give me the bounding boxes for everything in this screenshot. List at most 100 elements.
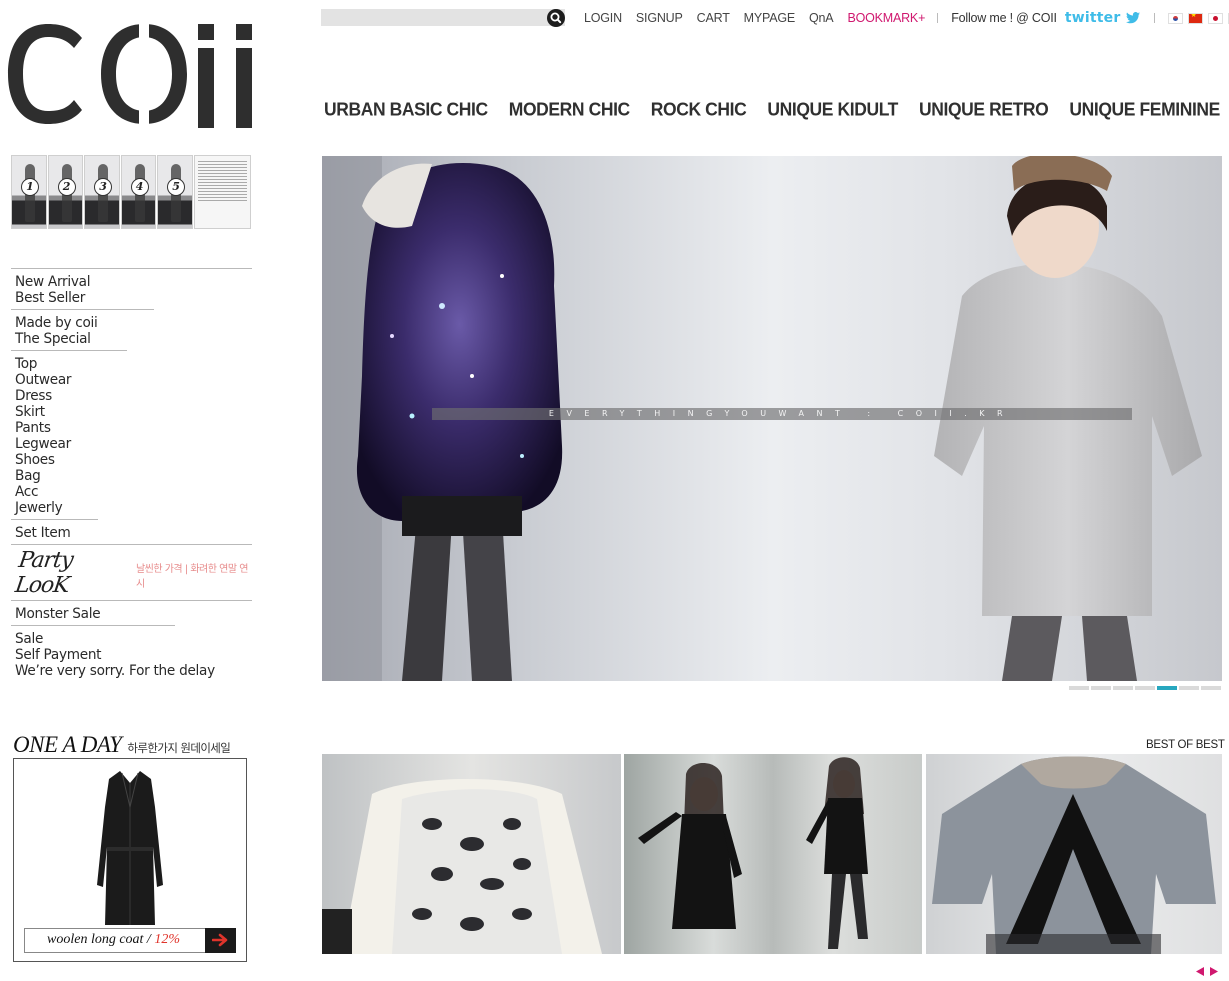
thumb-number: 3 <box>94 178 113 196</box>
slider-dot[interactable] <box>1135 686 1155 690</box>
coii-logo[interactable] <box>4 20 256 130</box>
login-link[interactable]: LOGIN <box>584 11 622 25</box>
slider-dot[interactable] <box>1069 686 1089 690</box>
nav-unique-feminine[interactable]: UNIQUE FEMININE <box>1069 98 1220 120</box>
divider <box>937 13 939 23</box>
best-item[interactable] <box>926 754 1222 954</box>
hero-tagline: EVERYTHINGYOUWANT : COII.KR <box>548 409 1016 418</box>
nav-modern-chic[interactable]: MODERN CHIC <box>509 98 630 120</box>
hero-slider[interactable]: EVERYTHINGYOUWANT : COII.KR <box>322 156 1222 681</box>
product-name: woolen long coat / <box>47 932 151 947</box>
twitter-link[interactable]: twitter <box>1065 10 1121 26</box>
twitter-bird-icon <box>1126 12 1141 24</box>
party-look-banner[interactable]: Party LooK 날씬한 가격 | 화려한 연말 연시 <box>11 545 252 600</box>
menu-the-special[interactable]: The Special <box>15 331 238 347</box>
thumb-number: 5 <box>167 178 186 196</box>
category-navigation: URBAN BASIC CHIC MODERN CHIC ROCK CHIC U… <box>324 98 1220 120</box>
lookbook-thumb[interactable]: 5 <box>157 155 193 229</box>
menu-shoes[interactable]: Shoes <box>15 452 238 468</box>
prev-arrow-icon[interactable] <box>1196 963 1204 976</box>
lookbook-thumb[interactable]: 2 <box>47 155 84 229</box>
qna-link[interactable]: QnA <box>809 11 834 25</box>
menu-new-arrival[interactable]: New Arrival <box>15 274 238 290</box>
slider-dot[interactable] <box>1113 686 1133 690</box>
menu-made-by-coii[interactable]: Made by coii <box>15 315 238 331</box>
one-a-day-title: ONE A DAY <box>13 732 122 757</box>
menu-self-payment[interactable]: Self Payment <box>15 647 238 663</box>
search-button[interactable] <box>547 8 565 27</box>
thumb-number: 1 <box>21 178 39 196</box>
lookbook-thumb[interactable]: 3 <box>84 155 120 229</box>
slider-pagination <box>1069 686 1223 690</box>
menu-group: Top Outwear Dress Skirt Pants Legwear Sh… <box>11 351 252 519</box>
lookbook-banner[interactable]: 1 2 3 4 5 <box>11 155 251 229</box>
product-name-line: woolen long coat / 12% <box>47 932 180 948</box>
menu-jewerly[interactable]: Jewerly <box>15 500 238 516</box>
nav-urban-basic-chic[interactable]: URBAN BASIC CHIC <box>324 98 488 120</box>
slider-dot[interactable] <box>1201 686 1221 690</box>
nav-unique-kidult[interactable]: UNIQUE KIDULT <box>767 98 898 120</box>
search-box <box>321 8 565 27</box>
menu-acc[interactable]: Acc <box>15 484 238 500</box>
menu-monster-sale[interactable]: Monster Sale <box>15 606 238 622</box>
nav-rock-chic[interactable]: ROCK CHIC <box>651 98 747 120</box>
best-item[interactable] <box>322 754 621 954</box>
one-a-day-subtitle: 하루한가지 원데이세일 <box>127 741 231 755</box>
menu-sale[interactable]: Sale <box>15 631 238 647</box>
search-input[interactable] <box>321 9 547 26</box>
discount-rate: 12% <box>154 932 180 947</box>
nav-unique-retro[interactable]: UNIQUE RETRO <box>919 98 1049 120</box>
slider-dot-active[interactable] <box>1157 686 1177 690</box>
lookbook-text-panel <box>193 155 251 229</box>
menu-skirt[interactable]: Skirt <box>15 404 238 420</box>
mypage-link[interactable]: MYPAGE <box>744 11 796 25</box>
menu-dress[interactable]: Dress <box>15 388 238 404</box>
menu-set-item[interactable]: Set Item <box>15 525 238 541</box>
language-selector <box>1168 12 1229 24</box>
follow-text: Follow me ! @ COII <box>951 11 1057 25</box>
lookbook-thumb[interactable]: 4 <box>120 155 157 229</box>
best-item[interactable] <box>624 754 922 954</box>
arrow-right-icon <box>212 933 228 947</box>
slider-dot[interactable] <box>1091 686 1111 690</box>
one-a-day-product-bar[interactable]: woolen long coat / 12% <box>24 928 236 953</box>
slider-dot[interactable] <box>1179 686 1199 690</box>
divider <box>1154 13 1156 23</box>
sidebar-menu: New Arrival Best Seller Made by coii The… <box>11 268 252 682</box>
thumb-number: 4 <box>130 178 149 196</box>
menu-group: Made by coii The Special <box>11 310 252 350</box>
one-a-day-header: ONE A DAY 하루한가지 원데이세일 <box>13 732 231 758</box>
lookbook-thumb[interactable]: 1 <box>11 155 47 229</box>
bookmark-link[interactable]: BOOKMARK+ <box>847 11 925 25</box>
best-of-best-title: BEST OF BEST <box>1146 739 1225 751</box>
next-arrow-icon[interactable] <box>1210 963 1218 976</box>
one-a-day-box[interactable]: woolen long coat / 12% <box>13 758 247 962</box>
triangle-sweater-image <box>932 756 1216 954</box>
menu-legwear[interactable]: Legwear <box>15 436 238 452</box>
menu-top[interactable]: Top <box>15 356 238 372</box>
menu-outwear[interactable]: Outwear <box>15 372 238 388</box>
menu-pants[interactable]: Pants <box>15 420 238 436</box>
korean-flag-icon[interactable] <box>1168 12 1184 24</box>
go-button[interactable] <box>205 928 236 953</box>
japanese-flag-icon[interactable] <box>1208 12 1224 24</box>
signup-link[interactable]: SIGNUP <box>636 11 683 25</box>
menu-group: New Arrival Best Seller <box>11 269 252 309</box>
thumb-number: 2 <box>57 178 76 196</box>
leopard-sweater-image <box>322 779 602 954</box>
black-dress-image <box>638 757 868 949</box>
cart-link[interactable]: CART <box>697 11 730 25</box>
top-navigation: LOGIN SIGNUP CART MYPAGE QnA BOOKMARK+ F… <box>584 10 1229 26</box>
best-pagination <box>1196 963 1224 976</box>
menu-delay-notice[interactable]: We’re very sorry. For the delay <box>15 663 238 679</box>
search-icon <box>550 12 562 23</box>
menu-group: Sale Self Payment We’re very sorry. For … <box>11 626 252 682</box>
menu-best-seller[interactable]: Best Seller <box>15 290 238 306</box>
party-look-subtitle: 날씬한 가격 | 화려한 연말 연시 <box>135 563 248 590</box>
chinese-flag-icon[interactable] <box>1188 12 1204 24</box>
menu-group: Set Item <box>11 520 252 544</box>
long-coat-image <box>97 771 163 925</box>
party-look-title: Party LooK <box>13 547 75 598</box>
menu-bag[interactable]: Bag <box>15 468 238 484</box>
menu-group: Monster Sale <box>11 601 252 625</box>
